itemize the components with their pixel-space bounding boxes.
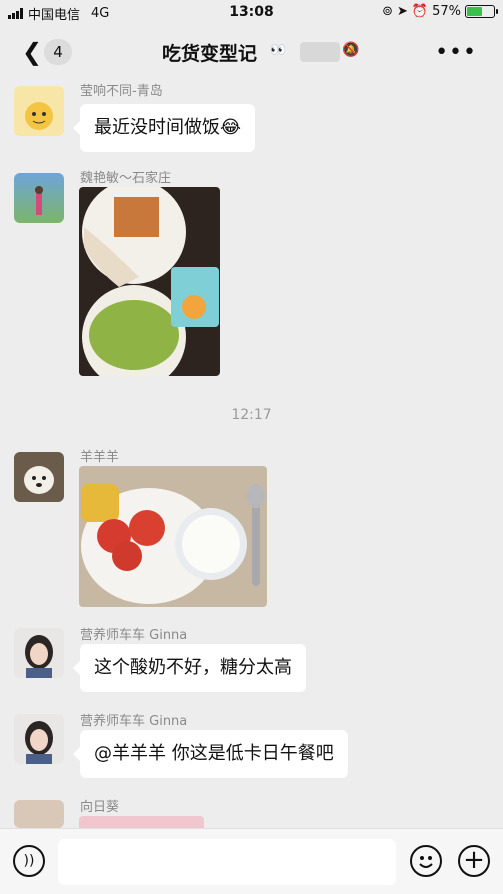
sender-name: 营养师车车 Ginna: [80, 714, 188, 729]
avatar-person-icon: [25, 635, 53, 678]
avatar-person-icon: [25, 721, 53, 764]
food-photo[interactable]: [79, 187, 220, 376]
avatar[interactable]: [14, 173, 64, 223]
photo-content: [81, 484, 265, 604]
sender-name: 向日葵: [80, 800, 120, 815]
input-bar: )) +: [0, 828, 503, 894]
location-icon: ➤: [397, 4, 408, 19]
food-photo[interactable]: [79, 466, 267, 607]
chevron-left-icon[interactable]: ❮: [22, 38, 42, 66]
plus-icon[interactable]: +: [458, 845, 490, 877]
unread-count-badge[interactable]: 4: [44, 39, 72, 65]
avatar[interactable]: [14, 452, 64, 502]
sender-name: 羊羊羊: [80, 450, 120, 465]
avatar[interactable]: [14, 800, 64, 828]
sender-name: 莹响不同-青岛: [80, 84, 163, 99]
avatar[interactable]: [14, 714, 64, 764]
message-bubble[interactable]: @羊羊羊 你这是低卡日午餐吧: [73, 730, 348, 778]
mute-bell-icon: 🔕: [342, 42, 360, 58]
sender-name: 魏艳敏～石家庄: [80, 171, 172, 186]
battery-fill: [467, 7, 482, 16]
avatar-dog-icon: [24, 466, 54, 494]
chat-title: 吃货变型记: [162, 43, 258, 65]
message-bubble[interactable]: 这个酸奶不好，糖分太高: [73, 644, 306, 692]
status-right: ⊚ ➤ ⏰ 57%: [382, 4, 498, 19]
chat-header: ❮ 4 吃货变型记 👀 🔕 •••: [0, 26, 503, 78]
avatar[interactable]: [14, 628, 64, 678]
message-bubble[interactable]: [79, 816, 204, 828]
photo-content: [82, 187, 219, 376]
avatar[interactable]: [14, 86, 64, 136]
avatar-cartoon-icon: [25, 102, 53, 130]
sender-name: 营养师车车 Ginna: [80, 628, 188, 643]
emoji-icon[interactable]: [410, 845, 442, 877]
battery-icon: [465, 5, 498, 18]
avatar-person-icon: [35, 186, 43, 215]
title-emoji: 👀: [270, 43, 287, 58]
battery-percent: 57%: [432, 4, 461, 19]
message-timestamp: 12:17: [231, 407, 272, 423]
message-input[interactable]: [58, 839, 396, 885]
redacted-title-part: [300, 42, 340, 62]
voice-icon[interactable]: )): [13, 845, 45, 877]
more-icon[interactable]: •••: [435, 40, 477, 65]
alarm-icon: ⏰: [411, 4, 429, 19]
lock-rotation-icon: ⊚: [382, 4, 393, 19]
status-bar: 中国电信 4G 13:08 ⊚ ➤ ⏰ 57%: [0, 0, 503, 26]
message-bubble[interactable]: 最近没时间做饭😂: [72, 104, 256, 152]
emoji-face: [419, 856, 433, 868]
